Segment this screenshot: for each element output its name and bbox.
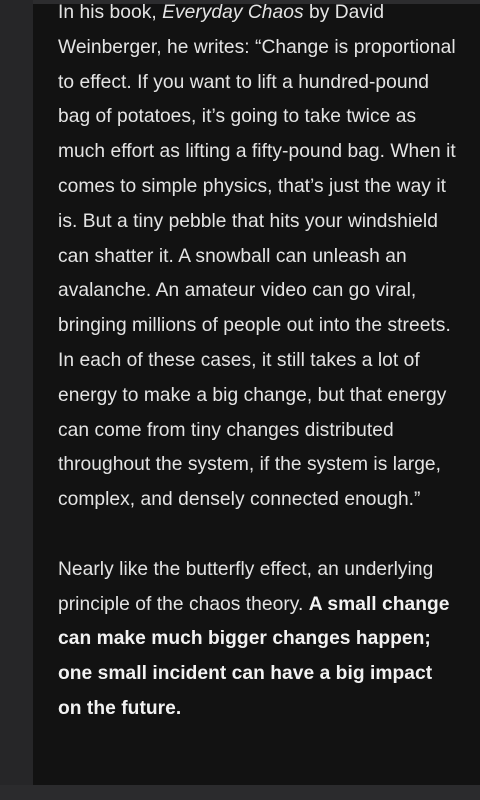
butterfly-paragraph: Nearly like the butterfly effect, an und… xyxy=(58,553,458,727)
bottom-bar xyxy=(0,785,480,800)
left-margin xyxy=(0,0,33,800)
reader-screen: In his book, Everyday Chaos by David Wei… xyxy=(0,0,480,800)
book-title: Everyday Chaos xyxy=(162,4,304,23)
article-text: In his book, Everyday Chaos by David Wei… xyxy=(58,4,458,727)
quote-text: by David Weinberger, he writes: “Change … xyxy=(58,4,456,511)
paragraph-intro: In his book, xyxy=(58,4,163,23)
article-body[interactable]: In his book, Everyday Chaos by David Wei… xyxy=(33,4,480,785)
quote-paragraph: In his book, Everyday Chaos by David Wei… xyxy=(58,4,458,518)
